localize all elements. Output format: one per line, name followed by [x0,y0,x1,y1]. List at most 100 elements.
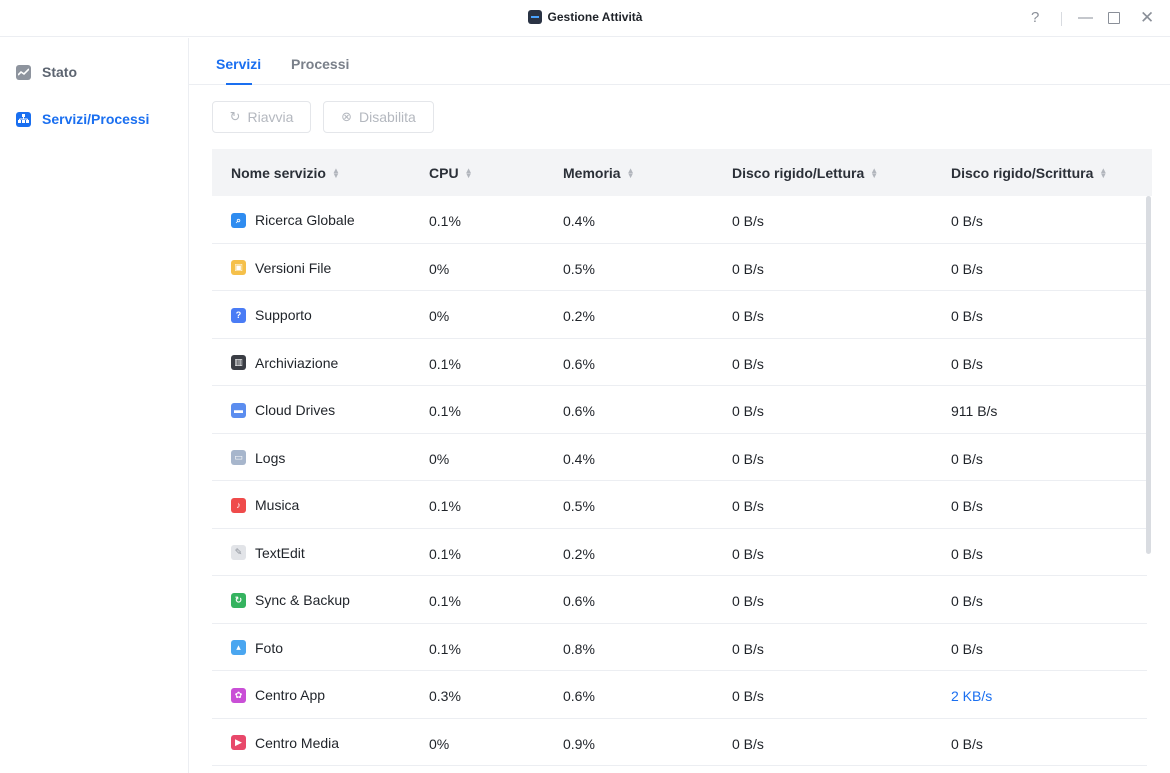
cell-disk-read: 0 B/s [732,640,764,657]
cell-memory: 0.5% [563,498,595,514]
cell-disk-write: 0 B/s [951,260,983,277]
window-title: Gestione Attività [0,10,1170,24]
cell-cpu: 0.1% [429,545,461,562]
sidebar-item-stato[interactable]: Stato [16,62,77,82]
help-button[interactable]: ? [1031,9,1039,27]
disable-button[interactable]: ⊗ Disabilita [323,101,434,133]
table-row[interactable]: ? Supporto 0% 0.2% 0 B/s 0 B/s [212,291,1147,339]
hierarchy-icon [16,111,31,127]
music-icon: ♪ [231,497,246,513]
cell-cpu: 0% [429,260,450,277]
cell-disk-write: 0 B/s [951,450,983,467]
cell-service-name: ▶ Centro Media [231,735,339,751]
cell-cpu: 0.1% [429,213,461,229]
cell-disk-read: 0 B/s [732,308,764,324]
search-icon: ⌕ [231,212,246,228]
sidebar-item-servizi-processi[interactable]: Servizi/Processi [16,109,149,129]
column-header-name[interactable]: Nome servizio ▲ ▼ [231,165,340,181]
column-header-label: Disco rigido/Scrittura [951,164,1094,181]
cell-memory: 0.2% [563,308,595,324]
cell-service-name: ▣ Versioni File [231,260,331,276]
service-name: TextEdit [255,544,305,561]
cell-service-name: ♪ Musica [231,497,299,513]
cell-cpu: 0.1% [429,355,461,372]
column-header-memory[interactable]: Memoria ▲ ▼ [563,165,635,181]
cell-memory: 0.2% [563,545,595,562]
cell-disk-read: 0 B/s [732,403,764,419]
table-row[interactable]: ✎ TextEdit 0.1% 0.2% 0 B/s 0 B/s [212,529,1147,576]
column-header-label: CPU [429,164,459,181]
question-icon: ? [231,307,246,323]
cell-memory: 0.5% [563,260,595,277]
scrollbar[interactable] [1146,196,1151,554]
cell-memory: 0.6% [563,688,595,704]
cell-disk-read: 0 B/s [732,355,764,372]
cancel-circle-icon: ⊗ [341,109,353,124]
cell-service-name: ▥ Archiviazione [231,355,338,371]
cell-memory: 0.6% [563,593,595,609]
cell-cpu: 0% [429,450,450,467]
cell-memory: 0.4% [563,450,595,467]
cell-disk-read: 0 B/s [732,735,764,752]
window-title-text: Gestione Attività [547,10,643,24]
media-center-icon: ▶ [231,735,246,750]
table-header: Nome servizio ▲ ▼ CPU ▲ ▼ Memoria ▲ ▼ Disco ri… [212,149,1152,196]
cell-service-name: ✎ TextEdit [231,545,305,561]
table-row[interactable]: ⌕ Ricerca Globale 0.1% 0.4% 0 B/s 0 B/s [212,196,1147,244]
cell-disk-write: 0 B/s [951,593,983,609]
service-name: Supporto [255,307,312,323]
sort-icon: ▲ ▼ [464,165,473,180]
table-row[interactable]: ↻ Sync & Backup 0.1% 0.6% 0 B/s 0 B/s [212,576,1147,624]
table-row[interactable]: ✿ Centro App 0.3% 0.6% 0 B/s 2 KB/s [212,671,1147,719]
close-button[interactable]: ✕ [1140,9,1154,27]
service-name: Logs [255,449,286,466]
cell-disk-read: 0 B/s [732,688,764,704]
sync-icon: ↻ [231,592,246,608]
task-manager-icon [527,10,542,24]
text-edit-icon: ✎ [231,545,246,560]
column-header-disk-write[interactable]: Disco rigido/Scrittura ▲ ▼ [951,165,1107,181]
refresh-icon: ↻ [229,109,241,124]
table-row[interactable]: ▶ Centro Media 0% 0.9% 0 B/s 0 B/s [212,719,1147,766]
maximize-button[interactable] [1108,9,1120,29]
column-header-disk-read[interactable]: Disco rigido/Lettura ▲ ▼ [732,165,878,181]
cell-service-name: ▬ Cloud Drives [231,402,335,418]
table-row[interactable]: ▥ Archiviazione 0.1% 0.6% 0 B/s 0 B/s [212,339,1147,386]
cell-disk-read: 0 B/s [732,593,764,609]
column-header-label: Nome servizio [231,164,326,181]
service-name: Musica [255,497,300,513]
minimize-button[interactable]: — [1078,9,1093,27]
sort-icon: ▲ ▼ [870,165,879,180]
cell-memory: 0.8% [563,640,595,657]
service-name: Archiviazione [255,354,339,371]
restart-button[interactable]: ↻ Riavvia [212,101,311,133]
cell-memory: 0.9% [563,735,595,752]
cell-disk-write: 0 B/s [951,355,983,372]
titlebar-divider [1061,12,1062,26]
cloud-drive-icon: ▬ [231,402,246,418]
cell-disk-write: 0 B/s [951,498,983,514]
cell-service-name: ▭ Logs [231,450,285,466]
cell-disk-write: 0 B/s [951,308,983,324]
tab-processi[interactable]: Processi [291,56,349,72]
storage-icon: ▥ [231,355,246,370]
chart-line-icon [16,64,31,80]
table-body: ⌕ Ricerca Globale 0.1% 0.4% 0 B/s 0 B/s ▣ Versi… [212,196,1152,766]
cell-disk-read: 0 B/s [732,213,764,229]
cell-cpu: 0% [429,308,450,324]
table-row[interactable]: ▬ Cloud Drives 0.1% 0.6% 0 B/s 911 B/s [212,386,1147,434]
cell-memory: 0.6% [563,355,595,372]
cell-cpu: 0% [429,735,450,752]
service-name: Centro Media [255,734,340,751]
table-row[interactable]: ♪ Musica 0.1% 0.5% 0 B/s 0 B/s [212,481,1147,529]
sort-icon: ▲ ▼ [626,165,635,180]
tab-servizi[interactable]: Servizi [216,56,261,85]
table-row[interactable]: ▣ Versioni File 0% 0.5% 0 B/s 0 B/s [212,244,1147,291]
cell-disk-write: 0 B/s [951,545,983,562]
cell-service-name: ⌕ Ricerca Globale [231,212,355,228]
cell-disk-write: 911 B/s [951,403,998,419]
table-row[interactable]: ▭ Logs 0% 0.4% 0 B/s 0 B/s [212,434,1147,481]
table-row[interactable]: ▴ Foto 0.1% 0.8% 0 B/s 0 B/s [212,624,1147,671]
cell-service-name: ↻ Sync & Backup [231,592,350,608]
column-header-cpu[interactable]: CPU ▲ ▼ [429,165,472,181]
